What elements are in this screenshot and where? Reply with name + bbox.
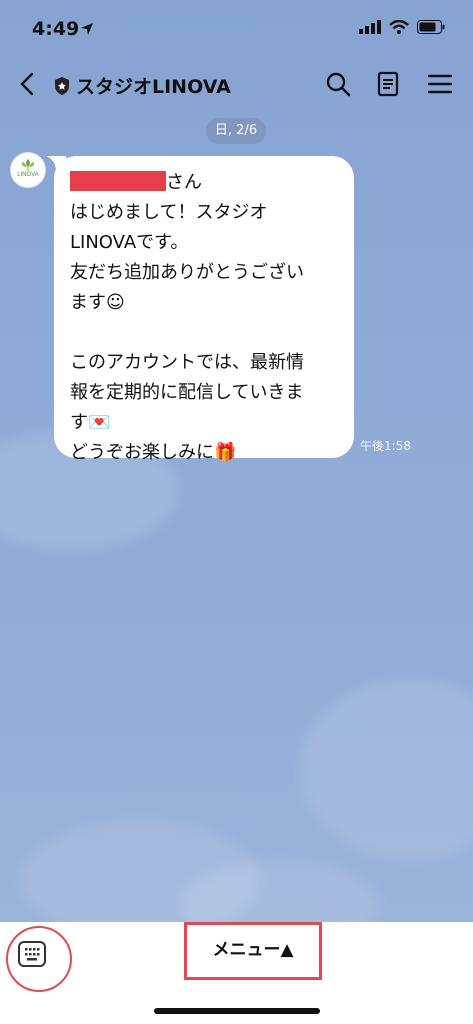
status-bar: 4:49: [0, 0, 473, 56]
message-bubble[interactable]: さん はじめまして！スタジオ LINOVAです。 友だち追加ありがとうござい ま…: [54, 156, 354, 463]
search-button[interactable]: [324, 70, 352, 98]
chat-header: スタジオLINOVA: [0, 60, 473, 110]
shield-icon: [55, 76, 69, 95]
date-separator: 日, 2/6: [206, 118, 266, 144]
search-icon: [326, 72, 351, 97]
page-title: スタジオLINOVA: [76, 76, 231, 98]
battery-icon: [417, 20, 445, 34]
message-text: さん はじめまして！スタジオ LINOVAです。 友だち追加ありがとうござい ま…: [70, 168, 344, 468]
keyboard-button[interactable]: [16, 938, 48, 970]
linova-logo-icon: [10, 152, 46, 188]
keyboard-icon: [18, 941, 46, 967]
signal-icon: [359, 20, 381, 34]
redacted-name: [70, 171, 166, 191]
location-icon: [80, 21, 94, 40]
name-suffix: さん: [166, 172, 202, 193]
avatar-label: LINOVA: [17, 172, 39, 178]
bottom-bar: メニュー▲: [0, 922, 473, 1024]
menu-toggle-button[interactable]: メニュー▲: [187, 936, 319, 964]
message-body: はじめまして！スタジオ LINOVAです。 友だち追加ありがとうござい ます☺ …: [70, 202, 304, 463]
wifi-icon: [389, 20, 409, 34]
menu-button[interactable]: [426, 70, 454, 98]
back-button[interactable]: [14, 70, 42, 98]
notes-icon: [377, 71, 399, 97]
home-indicator: [154, 1008, 320, 1014]
chat-title: スタジオLINOVA: [54, 72, 231, 99]
message-timestamp: 午後1:58: [360, 439, 411, 453]
chevron-left-icon: [20, 72, 34, 96]
status-time: 4:49: [32, 18, 80, 40]
hamburger-icon: [427, 74, 453, 94]
status-icons: [359, 20, 445, 34]
avatar[interactable]: LINOVA: [10, 152, 46, 188]
notes-button[interactable]: [374, 70, 402, 98]
